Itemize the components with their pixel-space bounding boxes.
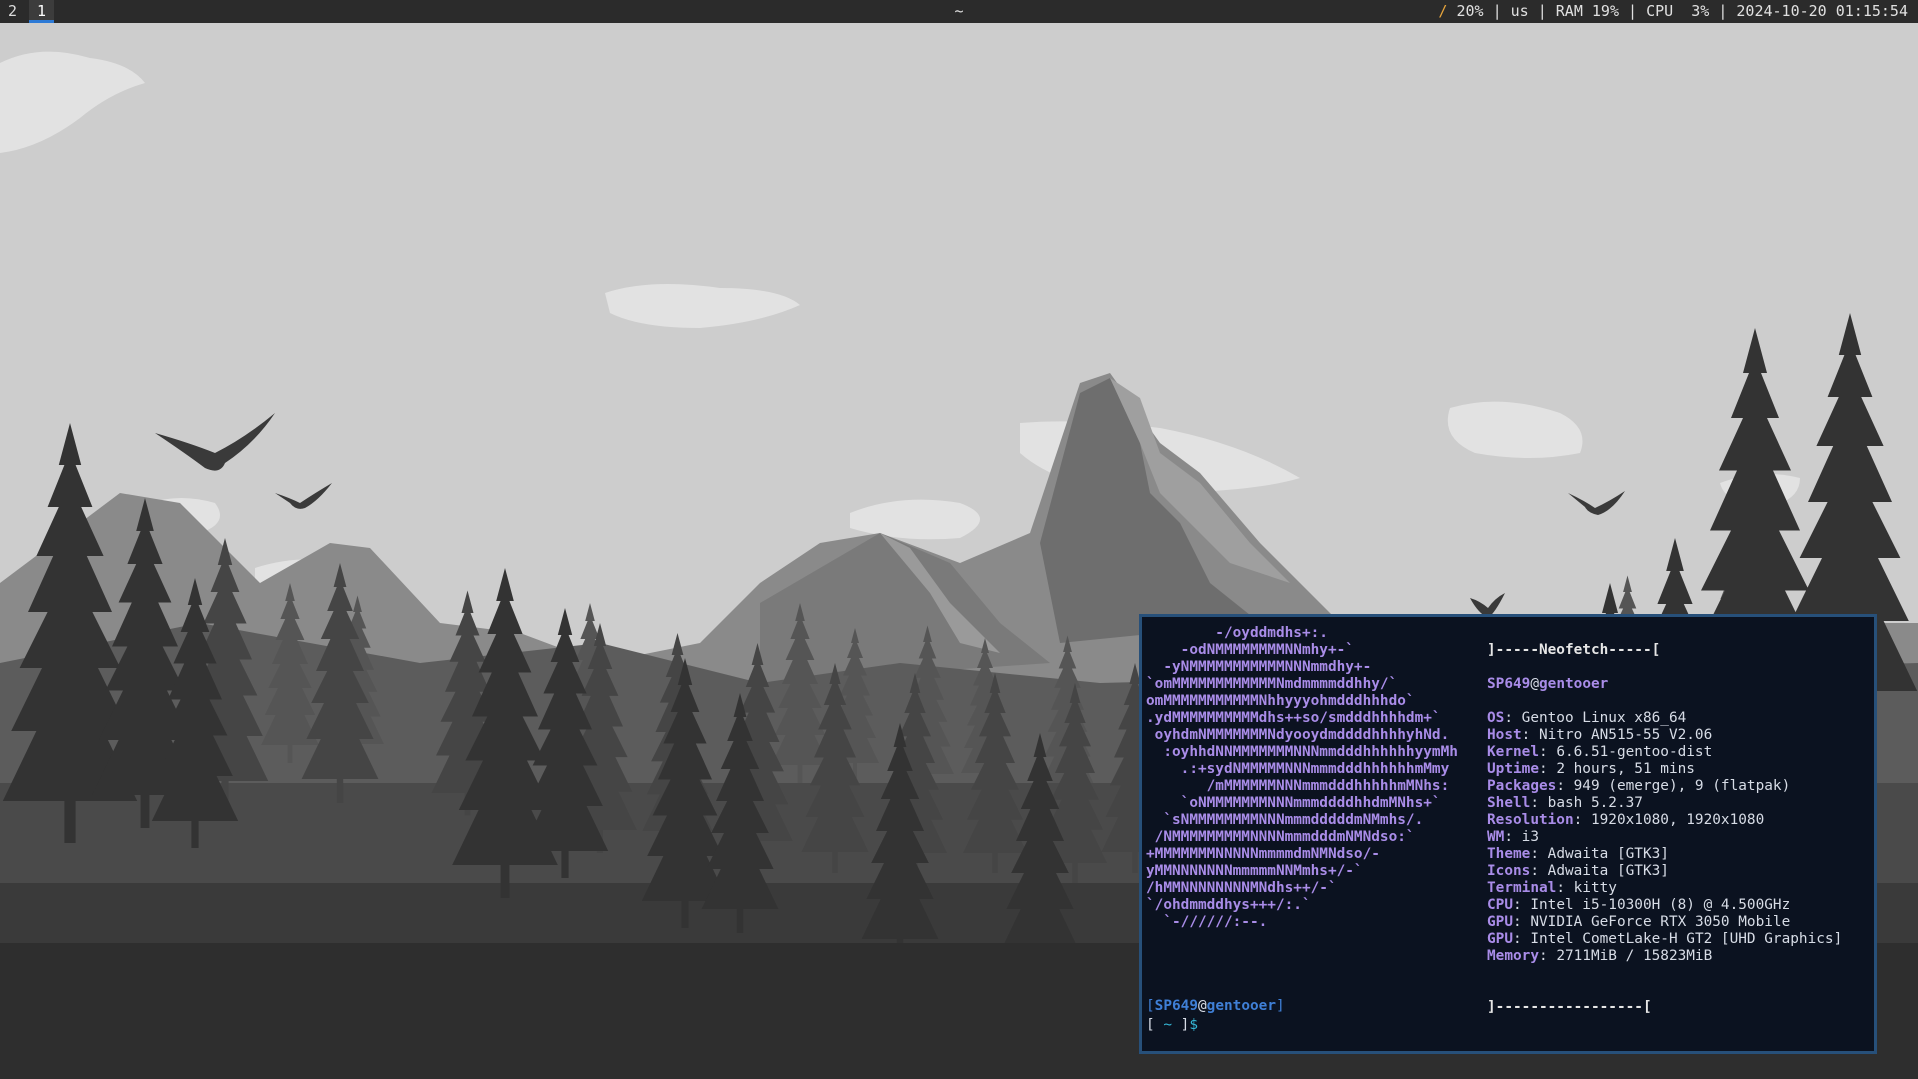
info-key: Memory [1487, 948, 1539, 964]
info-row: Host: Nitro AN515-55 V2.06 [1487, 727, 1713, 743]
info-row: GPU: NVIDIA GeForce RTX 3050 Mobile [1487, 914, 1791, 930]
info-value: Adwaita [GTK3] [1547, 863, 1669, 879]
info-value: kitty [1573, 880, 1617, 896]
cpu-usage: CPU 3% [1646, 2, 1710, 20]
info-value: Intel CometLake-H GT2 [UHD Graphics] [1530, 931, 1843, 947]
logo-line: /mMMMMMMNNNmmmdddhhhhhmMNhs: [1146, 778, 1450, 794]
info-row: Memory: 2711MiB / 15823MiB [1487, 948, 1713, 964]
text-cursor [1198, 1015, 1206, 1029]
status-separator: | [1628, 2, 1638, 20]
info-value: 2 hours, 51 mins [1556, 761, 1695, 777]
prompt-symbol: $ [1189, 1017, 1198, 1033]
info-value: bash 5.2.37 [1547, 795, 1643, 811]
workspace-1-button[interactable]: 1 [29, 0, 54, 23]
logo-line: +MMMMMMMNNNNNmmmmdmNMNdso/- [1146, 846, 1380, 862]
info-rows: OS: Gentoo Linux x86_64 Host: Nitro AN51… [1487, 710, 1842, 964]
info-key: WM [1487, 829, 1505, 845]
clock: 2024-10-20 01:15:54 [1736, 2, 1908, 20]
shell-prompt[interactable]: [SP649@gentooer] [ ~ ]$ [1146, 998, 1285, 1034]
kitty-terminal-window[interactable]: -/oyddmdhs+:. -odNMMMMMMMMNNmhy+-` -yNMM… [1139, 614, 1877, 1054]
info-key: Kernel [1487, 744, 1539, 760]
info-row: Shell: bash 5.2.37 [1487, 795, 1643, 811]
logo-line: `/ohdmmddhys+++/:.` [1146, 897, 1311, 913]
disk-icon: / [1438, 2, 1448, 20]
info-value: 2711MiB / 15823MiB [1556, 948, 1713, 964]
info-row: CPU: Intel i5-10300H (8) @ 4.500GHz [1487, 897, 1791, 913]
prompt-host: gentooer [1206, 998, 1276, 1014]
info-value: Intel i5-10300H (8) @ 4.500GHz [1530, 897, 1791, 913]
status-blocks: / 20% | us | RAM 19% | CPU 3% | 2024-10-… [1438, 0, 1908, 23]
info-key: Host [1487, 727, 1522, 743]
info-key: CPU [1487, 897, 1513, 913]
info-key: Packages [1487, 778, 1557, 794]
workspace-2-button[interactable]: 2 [0, 0, 25, 23]
info-value: 949 (emerge), 9 (flatpak) [1573, 778, 1791, 794]
info-key: Uptime [1487, 761, 1539, 777]
info-value: 6.6.51-gentoo-dist [1556, 744, 1713, 760]
neofetch-header: ]-----Neofetch-----[ [1487, 642, 1661, 658]
status-separator: | [1718, 2, 1728, 20]
info-key: Theme [1487, 846, 1531, 862]
gentoo-ascii-logo: -/oyddmdhs+:. -odNMMMMMMMMNNmhy+-` -yNMM… [1146, 625, 1458, 931]
status-separator: | [1492, 2, 1502, 20]
logo-line: .ydMMMMMMMMMMdhs++so/smdddhhhhdm+` [1146, 710, 1441, 726]
logo-line: /hMMNNNNNNNNMNdhs++/-` [1146, 880, 1337, 896]
info-row: Uptime: 2 hours, 51 mins [1487, 761, 1695, 777]
info-key: OS [1487, 710, 1505, 726]
info-value: Gentoo Linux x86_64 [1521, 710, 1687, 726]
info-key: GPU [1487, 931, 1513, 947]
info-value: 1920x1080, 1920x1080 [1590, 812, 1765, 828]
logo-line: oyhdmNMMMMMMMNdyooydmddddhhhhyhNd. [1146, 727, 1450, 743]
logo-line: -odNMMMMMMMMNNmhy+-` [1146, 642, 1354, 658]
info-row: Kernel: 6.6.51-gentoo-dist [1487, 744, 1713, 760]
i3-status-bar: 2 1 ~ / 20% | us | RAM 19% | CPU 3% | 20… [0, 0, 1918, 23]
info-row: Terminal: kitty [1487, 880, 1617, 896]
logo-line: yMMNNNNNNNmmmmmNNMmhs+/-` [1146, 863, 1363, 879]
info-value: NVIDIA GeForce RTX 3050 Mobile [1530, 914, 1791, 930]
info-row: Packages: 949 (emerge), 9 (flatpak) [1487, 778, 1791, 794]
keyboard-layout: us [1510, 2, 1529, 20]
info-row: Icons: Adwaita [GTK3] [1487, 863, 1669, 879]
info-value: Nitro AN515-55 V2.06 [1538, 727, 1713, 743]
logo-line: /NMMMMMMMMMNNNNmmmdddmNMNdso:` [1146, 829, 1415, 845]
logo-line: -yNMMMMMMMMMMMNNNmmdhy+- [1146, 659, 1372, 675]
logo-line: .:+sydNMMMMMNNNmmmdddhhhhhhmMmy [1146, 761, 1450, 777]
info-row: Resolution: 1920x1080, 1920x1080 [1487, 812, 1765, 828]
info-key: Icons [1487, 863, 1531, 879]
info-key: Terminal [1487, 880, 1557, 896]
user-host: SP649@gentooer [1487, 676, 1609, 692]
logo-line: -/oyddmdhs+:. [1146, 625, 1328, 641]
info-key: GPU [1487, 914, 1513, 930]
ram-usage: RAM 19% [1555, 2, 1619, 20]
info-value: i3 [1521, 829, 1539, 845]
info-key: Shell [1487, 795, 1531, 811]
status-separator: | [1537, 2, 1547, 20]
logo-line: `-//////:--. [1146, 914, 1268, 930]
logo-line: `oNMMMMMMMNNNmmmddddhhdmMNhs+` [1146, 795, 1441, 811]
info-key: Resolution [1487, 812, 1574, 828]
logo-line: :oyhhdNNMMMMMMMNNNmmdddhhhhhhyymMh [1146, 744, 1458, 760]
logo-line: omMMMMMMMMMMMNhhyyyohmdddhhhdo` [1146, 693, 1415, 709]
neofetch-footer: ]-----------------[ [1487, 999, 1652, 1015]
info-row: WM: i3 [1487, 829, 1539, 845]
logo-line: `omMMMMMMMMMMMMNmdmmmmddhhy/` [1146, 676, 1398, 692]
info-row: GPU: Intel CometLake-H GT2 [UHD Graphics… [1487, 931, 1843, 947]
prompt-cwd: ~ [1163, 1017, 1172, 1033]
neofetch-info: ]-----Neofetch-----[ SP649@gentooer OS: … [1487, 625, 1842, 1033]
disk-usage: 20% [1456, 2, 1484, 20]
info-value: Adwaita [GTK3] [1547, 846, 1669, 862]
info-row: OS: Gentoo Linux x86_64 [1487, 710, 1687, 726]
logo-line: `sNMMMMMMMMNNNmmmdddddmNMmhs/. [1146, 812, 1424, 828]
info-row: Theme: Adwaita [GTK3] [1487, 846, 1669, 862]
prompt-user: SP649 [1154, 998, 1198, 1014]
